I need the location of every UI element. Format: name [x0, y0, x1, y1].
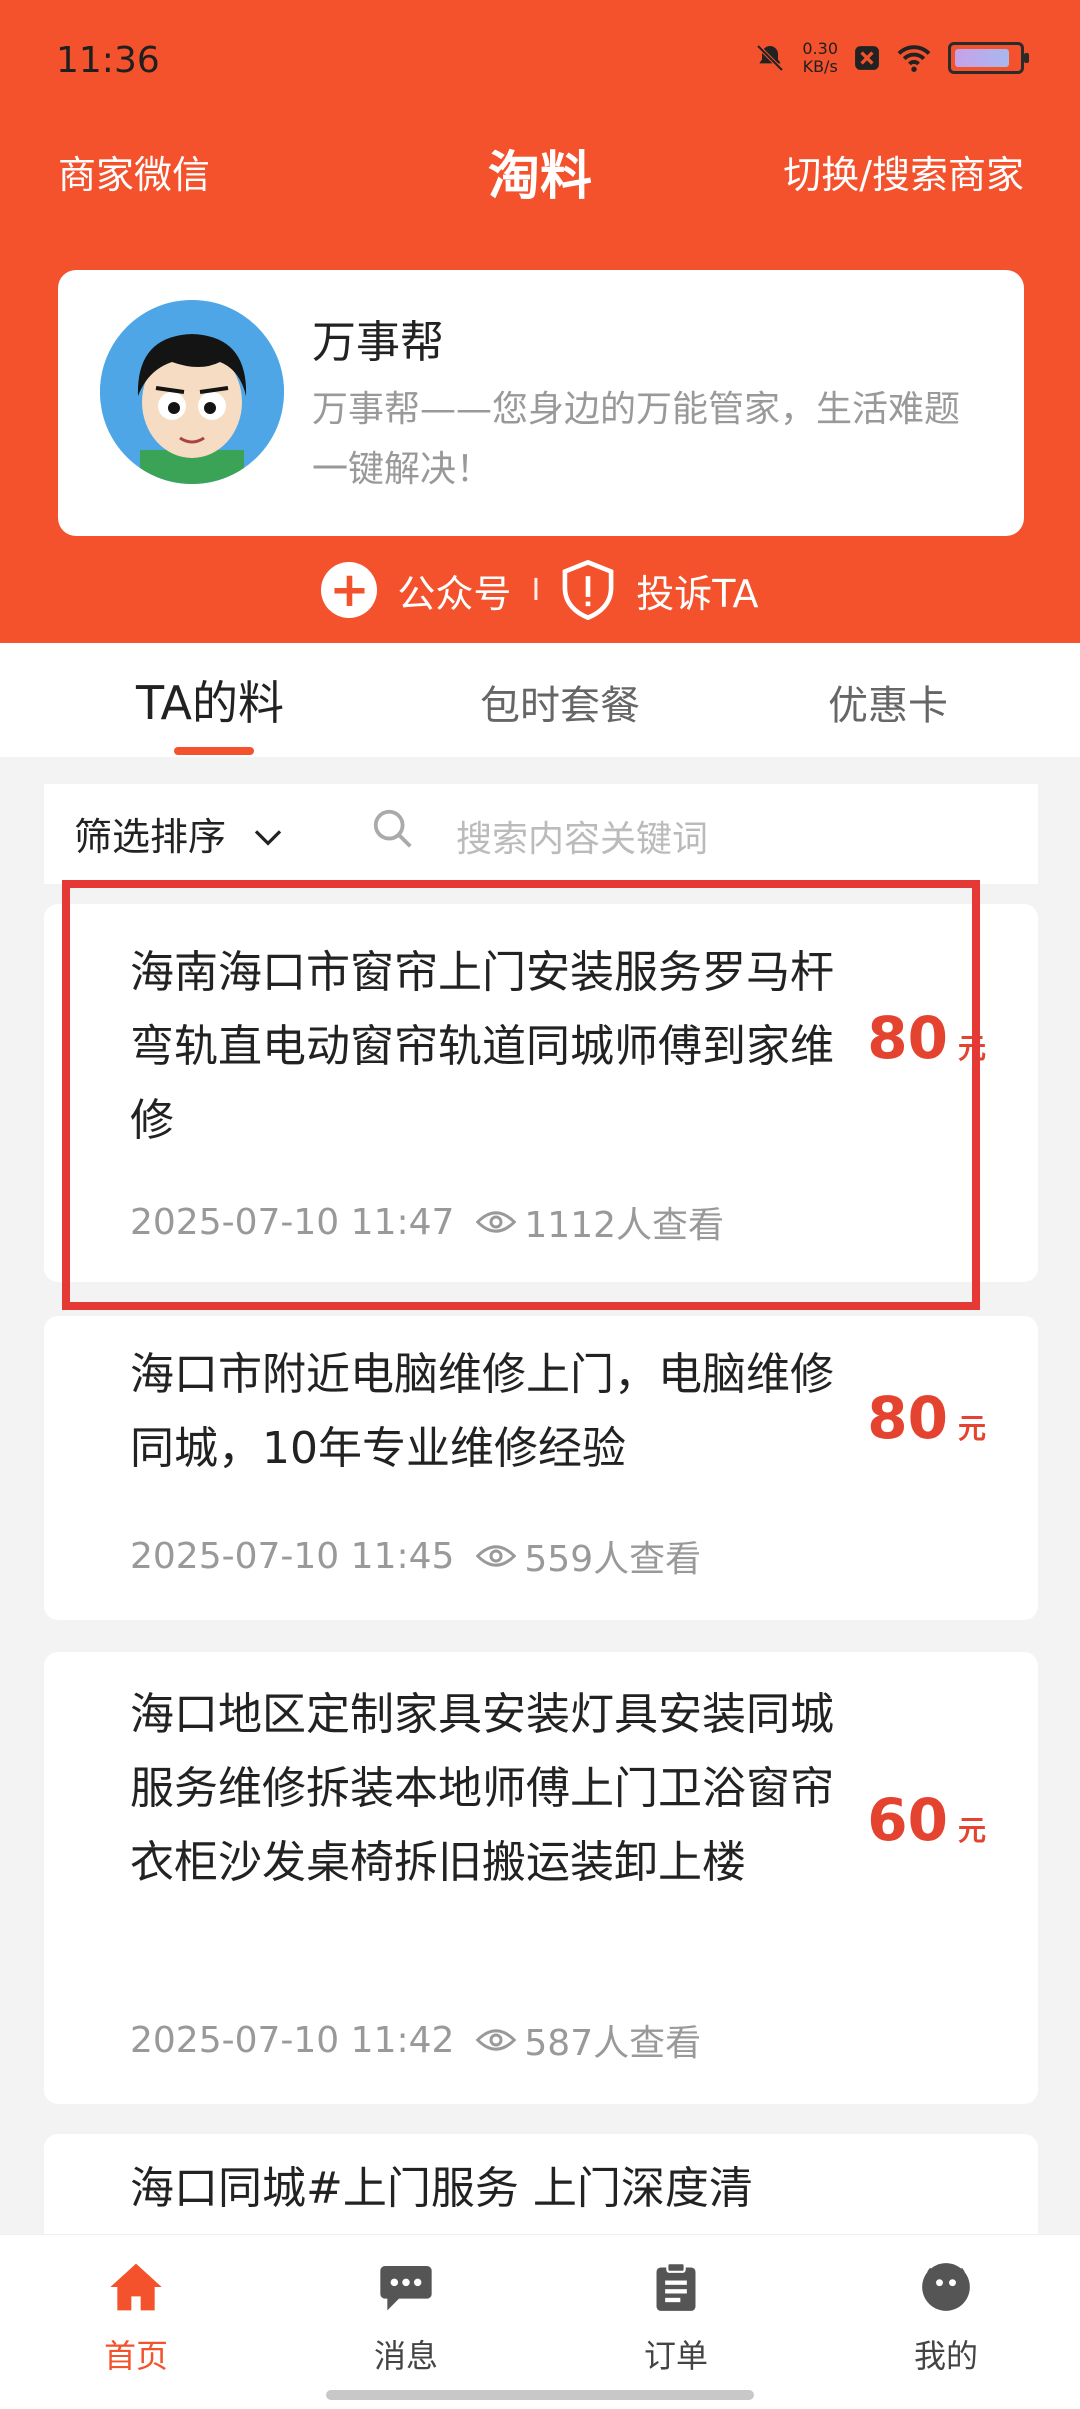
listing-card[interactable]: 海口地区定制家具安装灯具安装同城服务维修拆装本地师傅上门卫浴窗帘衣柜沙发桌椅拆旧…	[44, 1652, 1038, 2104]
merchant-actions: + 公众号 I 投诉TA	[0, 556, 1080, 624]
sort-filter-dropdown[interactable]: 筛选排序	[74, 806, 284, 861]
active-tab-indicator	[174, 747, 254, 755]
follow-official-account[interactable]: 公众号	[397, 563, 511, 618]
avatar	[100, 300, 284, 484]
nav-messages[interactable]: 消息	[326, 2261, 486, 2377]
nav-orders[interactable]: 订单	[596, 2261, 756, 2377]
net-speed: 0.30 KB/s	[802, 39, 838, 76]
listing-title: 海口地区定制家具安装灯具安装同城服务维修拆装本地师傅上门卫浴窗帘衣柜沙发桌椅拆旧…	[130, 1689, 834, 1888]
merchant-name: 万事帮	[312, 317, 444, 368]
listing-card[interactable]: 海口市附近电脑维修上门，电脑维修同城，10年专业维修经验 80 元 2025-07…	[44, 1316, 1038, 1620]
tab-ta-materials[interactable]: TA的料	[136, 667, 284, 733]
message-icon	[380, 2266, 432, 2311]
status-bar: 11:36 0.30 KB/s	[0, 0, 1080, 120]
search-input[interactable]: 搜索内容关键词	[456, 810, 708, 862]
listing-title: 海口同城#上门服务 上门深度清	[130, 2163, 753, 2214]
bottom-navigation: 首页 消息 订单 我的	[0, 2234, 1080, 2409]
notification-x-icon	[855, 46, 879, 70]
wifi-icon	[897, 45, 931, 72]
listing-views: 587人查看	[524, 2023, 702, 2064]
listing-meta: 2025-07-10 11:42 587人查看	[130, 2014, 701, 2066]
tab-coupon-cards[interactable]: 优惠卡	[828, 673, 948, 731]
navigation-bar: 商家微信 淘料 切换/搜索商家	[0, 130, 1080, 210]
selection-highlight-box	[62, 880, 980, 1310]
listing-title: 海口市附近电脑维修上门，电脑维修同城，10年专业维修经验	[130, 1349, 834, 1474]
listing-time: 2025-07-10 11:45	[130, 1535, 455, 1577]
nav-home[interactable]: 首页	[56, 2261, 216, 2377]
report-merchant[interactable]: 投诉TA	[636, 563, 758, 618]
action-separator: I	[531, 572, 541, 608]
listing-price: 60 元	[867, 1786, 986, 1854]
plus-icon[interactable]: +	[321, 562, 378, 618]
search-icon	[373, 809, 412, 848]
home-indicator	[326, 2390, 754, 2400]
filter-search-bar: 筛选排序 搜索内容关键词	[44, 784, 1038, 884]
listing-price: 80 元	[867, 1384, 986, 1452]
eye-icon	[476, 1545, 517, 1567]
switch-search-merchant-link[interactable]: 切换/搜索商家	[783, 144, 1024, 199]
home-icon	[110, 2263, 162, 2311]
battery-icon	[948, 42, 1029, 74]
tab-bar: TA的料 包时套餐 优惠卡	[0, 643, 1080, 757]
merchant-description: 万事帮——您身边的万能管家，生活难题一键解决！	[312, 389, 961, 490]
eye-icon	[476, 2029, 517, 2051]
mute-bell-icon	[756, 44, 784, 72]
shield-alert-icon[interactable]	[560, 560, 616, 620]
listing-time: 2025-07-10 11:42	[130, 2019, 455, 2061]
order-icon	[656, 2262, 696, 2311]
merchant-profile-card[interactable]: 万事帮 万事帮——您身边的万能管家，生活难题一键解决！	[58, 270, 1024, 536]
tab-hourly-packages[interactable]: 包时套餐	[480, 673, 640, 731]
status-time: 11:36	[56, 40, 160, 81]
listing-meta: 2025-07-10 11:45 559人查看	[130, 1530, 701, 1582]
status-icons: 0.30 KB/s	[754, 39, 1029, 76]
listing-views: 559人查看	[524, 1539, 702, 1580]
avatar-illustration	[100, 300, 284, 484]
nav-profile[interactable]: 我的	[866, 2261, 1026, 2377]
profile-icon	[922, 2263, 970, 2311]
chevron-down-icon	[254, 830, 282, 846]
